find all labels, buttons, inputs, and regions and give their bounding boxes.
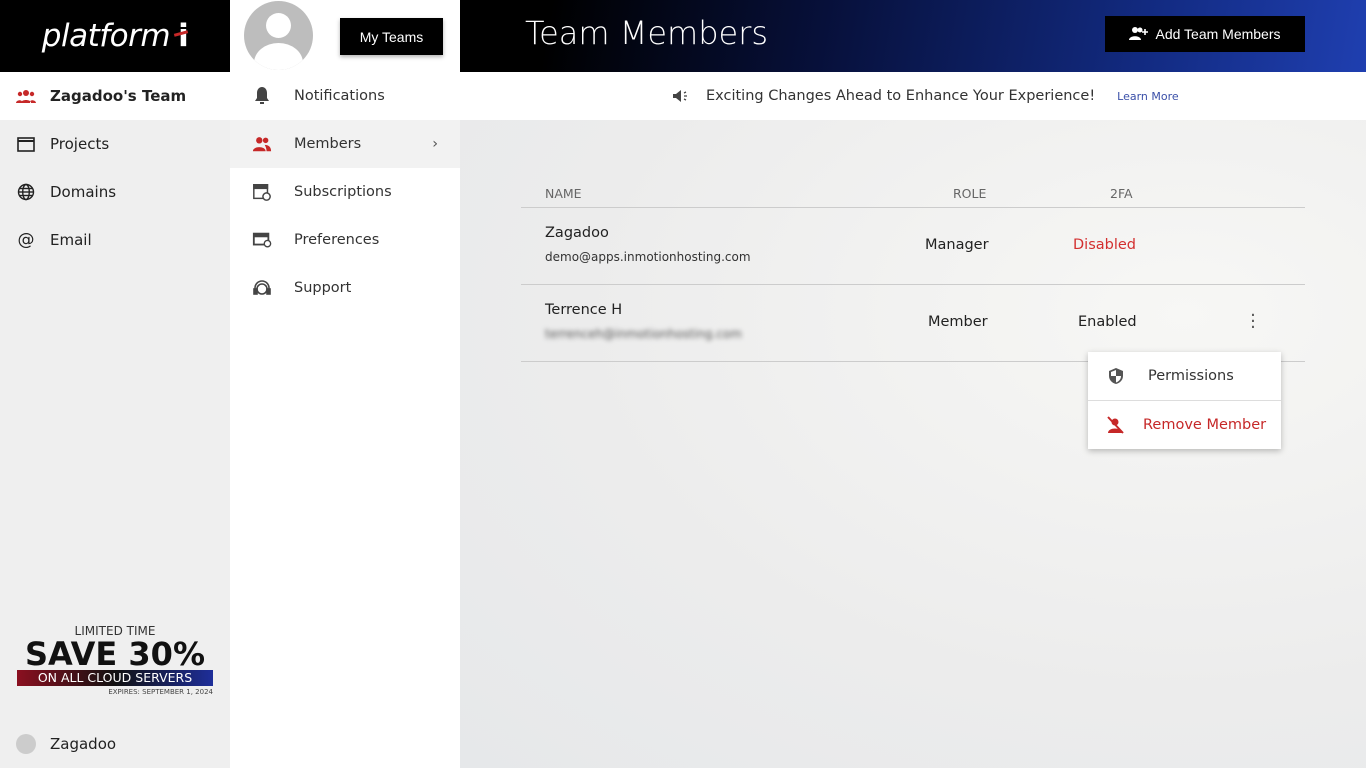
- menu-notifications[interactable]: Notifications: [230, 72, 460, 120]
- people-icon: [252, 134, 272, 154]
- logo-text: platform: [41, 18, 171, 54]
- remove-person-icon: [1105, 415, 1125, 435]
- nav-label: Projects: [50, 135, 110, 153]
- menu-preferences[interactable]: Preferences: [230, 216, 460, 264]
- menu-subscriptions[interactable]: Subscriptions: [230, 168, 460, 216]
- profile-avatar[interactable]: [244, 1, 313, 70]
- promo-banner[interactable]: LIMITED TIME SAVE 30% ON ALL CLOUD SERVE…: [17, 624, 213, 696]
- member-role: Manager: [925, 237, 989, 253]
- announcement-text: Exciting Changes Ahead to Enhance Your E…: [706, 88, 1096, 104]
- left-sidebar: Zagadoo's Team Projects Domains @ Email L…: [0, 72, 230, 768]
- menu-label: Notifications: [294, 88, 385, 104]
- header-2fa: 2FA: [1110, 186, 1133, 201]
- member-2fa-status: Disabled: [1073, 237, 1136, 253]
- more-options-icon[interactable]: · · ·: [1248, 307, 1258, 337]
- megaphone-icon: [670, 86, 690, 106]
- menu-item-label: Permissions: [1148, 368, 1234, 384]
- member-2fa-status: Enabled: [1078, 314, 1137, 330]
- team-name: Zagadoo's Team: [50, 87, 187, 105]
- table-header: NAME ROLE 2FA: [521, 180, 1305, 208]
- members-table: NAME ROLE 2FA Zagadoo demo@apps.inmotion…: [521, 180, 1305, 362]
- promo-line2: SAVE 30%: [25, 635, 205, 673]
- team-selector[interactable]: Zagadoo's Team: [0, 72, 230, 120]
- header-role: ROLE: [953, 186, 987, 201]
- team-icon: [16, 86, 36, 106]
- window-icon: [16, 134, 36, 154]
- promo-line4: EXPIRES: SEPTEMBER 1, 2024: [108, 688, 213, 696]
- member-name: Zagadoo: [545, 225, 609, 241]
- remove-member-menu-item[interactable]: Remove Member: [1088, 400, 1281, 448]
- learn-more-link[interactable]: Learn More: [1117, 90, 1179, 103]
- permissions-menu-item[interactable]: Permissions: [1088, 352, 1281, 400]
- calendar-refresh-icon: [252, 182, 272, 202]
- user-name: Zagadoo: [50, 735, 117, 753]
- logo-i-icon: i: [178, 18, 189, 54]
- page-header: Team Members Add Team Members: [460, 0, 1366, 72]
- menu-members[interactable]: Members ›: [230, 120, 460, 168]
- globe-icon: [16, 182, 36, 202]
- add-team-members-button[interactable]: Add Team Members: [1105, 16, 1305, 52]
- nav-label: Domains: [50, 183, 117, 201]
- chevron-right-icon: ›: [432, 136, 438, 152]
- table-row: Terrence H terrenceh@inmotionhosting.com…: [521, 285, 1305, 362]
- promo-line3: ON ALL CLOUD SERVERS: [17, 670, 213, 686]
- at-icon: @: [17, 230, 35, 250]
- member-email: terrenceh@inmotionhosting.com: [545, 327, 742, 341]
- nav-domains[interactable]: Domains: [0, 168, 230, 216]
- nav-label: Email: [50, 231, 92, 249]
- members-sidebar: My Teams Notifications Members › Subscrip…: [230, 0, 460, 768]
- menu-label: Members: [294, 136, 362, 152]
- shield-icon: [1106, 366, 1126, 386]
- add-button-label: Add Team Members: [1155, 26, 1281, 42]
- announcement-bar: Exciting Changes Ahead to Enhance Your E…: [460, 72, 1366, 120]
- member-email: demo@apps.inmotionhosting.com: [545, 250, 751, 264]
- my-teams-button[interactable]: My Teams: [340, 18, 443, 55]
- bell-icon: [252, 86, 272, 106]
- header-name: NAME: [545, 186, 582, 201]
- member-role: Member: [928, 314, 988, 330]
- nav-email[interactable]: @ Email: [0, 216, 230, 264]
- member-actions-menu: Permissions Remove Member: [1088, 352, 1281, 449]
- page-title: Team Members: [525, 14, 769, 52]
- menu-label: Preferences: [294, 232, 380, 248]
- add-person-icon: [1129, 26, 1149, 43]
- user-menu[interactable]: Zagadoo: [16, 734, 116, 754]
- menu-label: Support: [294, 280, 352, 296]
- nav-projects[interactable]: Projects: [0, 120, 230, 168]
- member-name: Terrence H: [545, 302, 623, 318]
- menu-support[interactable]: Support: [230, 264, 460, 312]
- menu-item-label: Remove Member: [1143, 416, 1267, 433]
- user-avatar-icon: [16, 734, 36, 754]
- menu-label: Subscriptions: [294, 184, 392, 200]
- headset-icon: [252, 278, 272, 298]
- platform-logo[interactable]: platform i: [0, 0, 230, 72]
- preferences-gear-icon: [252, 230, 272, 250]
- table-row: Zagadoo demo@apps.inmotionhosting.com Ma…: [521, 208, 1305, 285]
